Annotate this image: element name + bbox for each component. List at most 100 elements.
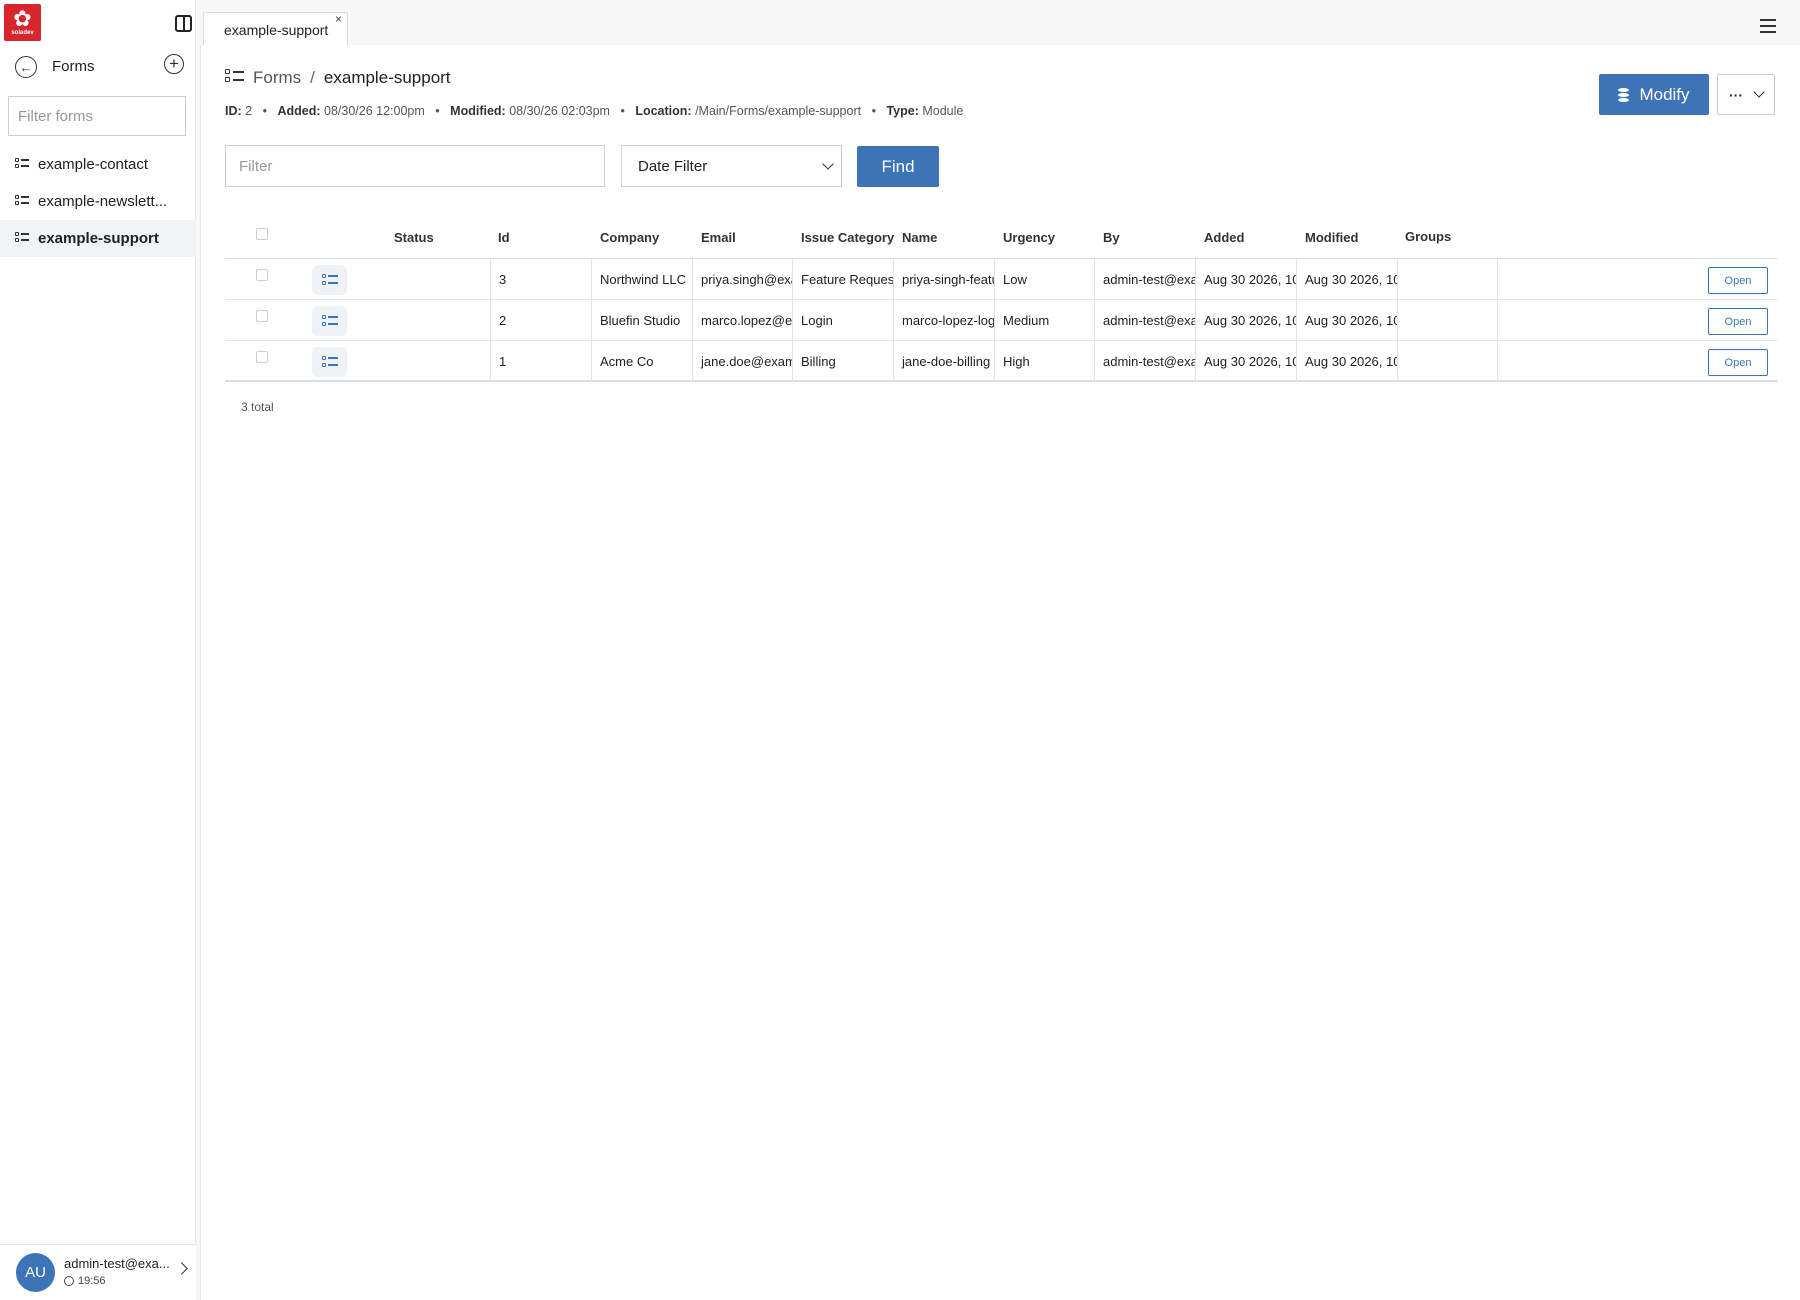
column-header-modified[interactable]: Modified xyxy=(1305,230,1358,245)
cell-added: Aug 30 2026, 10:0 xyxy=(1195,300,1296,341)
cell-modified: Aug 30 2026, 10:0 xyxy=(1296,341,1397,382)
hamburger-menu-icon[interactable] xyxy=(1760,19,1776,37)
find-button[interactable]: Find xyxy=(857,146,939,187)
cell-name: marco-lopez-logi xyxy=(893,300,994,341)
page-title: example-support xyxy=(323,68,451,87)
tab-example-support[interactable]: example-support × xyxy=(203,12,348,45)
date-filter-select[interactable]: Date Filter xyxy=(621,145,842,187)
meta-id: 2 xyxy=(245,104,253,118)
meta-modified-label: Modified: xyxy=(450,104,506,118)
tab-bar: example-support × xyxy=(197,0,1800,45)
meta-type: Module xyxy=(922,104,964,118)
form-list-icon xyxy=(225,68,244,88)
row-checkbox[interactable] xyxy=(256,269,268,281)
sidebar: ✿ soladev ← Forms + example-contact exam… xyxy=(0,0,196,1300)
chevron-right-icon[interactable] xyxy=(175,1262,188,1275)
filter-input[interactable] xyxy=(225,145,605,187)
table-row[interactable]: 3Northwind LLCpriya.singh@examFeature Re… xyxy=(225,259,1777,300)
cell-groups xyxy=(1397,300,1497,341)
collapse-sidebar-button[interactable] xyxy=(175,15,192,32)
table-row[interactable]: 1Acme Cojane.doe@examplBillingjane-doe-b… xyxy=(225,341,1777,382)
table-row[interactable]: 2Bluefin Studiomarco.lopez@exaLoginmarco… xyxy=(225,300,1777,341)
column-header-email[interactable]: Email xyxy=(701,230,736,245)
table-header: Status Id Company Email Issue Category N… xyxy=(225,208,1777,259)
meta-type-label: Type: xyxy=(886,104,919,118)
filter-forms-input[interactable] xyxy=(8,96,186,136)
cell-company: Acme Co xyxy=(591,341,692,382)
table-body: 3Northwind LLCpriya.singh@examFeature Re… xyxy=(225,259,1777,382)
cell-email: marco.lopez@exa xyxy=(692,300,792,341)
sidebar-item-label: example-support xyxy=(38,230,159,247)
modify-button[interactable]: Modify xyxy=(1599,74,1709,115)
cell-by: admin-test@exam xyxy=(1094,259,1195,300)
open-button[interactable]: Open xyxy=(1708,267,1768,294)
cell-added: Aug 30 2026, 10:0 xyxy=(1195,341,1296,382)
meta-added-label: Added: xyxy=(277,104,321,118)
column-header-issue-category[interactable]: Issue Category xyxy=(801,230,894,245)
meta-location-label: Location: xyxy=(635,104,692,118)
form-list-icon xyxy=(15,230,29,247)
date-filter-value: Date Filter xyxy=(638,158,708,175)
app-logo[interactable]: ✿ soladev xyxy=(4,4,41,41)
submissions-table: Status Id Company Email Issue Category N… xyxy=(225,208,1777,382)
row-checkbox[interactable] xyxy=(256,351,268,363)
sidebar-item-label: example-contact xyxy=(38,156,149,173)
form-list: example-contact example-newslett... exam… xyxy=(0,146,196,257)
column-header-urgency[interactable]: Urgency xyxy=(1003,230,1055,245)
column-header-name[interactable]: Name xyxy=(902,230,937,245)
cell-issue-category: Login xyxy=(792,300,893,341)
meta-separator: • xyxy=(262,104,267,118)
more-actions-button[interactable]: ··· xyxy=(1717,74,1775,115)
database-icon xyxy=(1618,87,1630,102)
sidebar-header: ← Forms + xyxy=(0,45,196,90)
back-arrow-icon[interactable]: ← xyxy=(15,56,37,78)
cell-by: admin-test@exam xyxy=(1094,300,1195,341)
meta-modified: 08/30/26 02:03pm xyxy=(509,104,610,118)
avatar[interactable]: AU xyxy=(16,1253,55,1292)
sidebar-title: Forms xyxy=(52,58,95,75)
breadcrumb: Forms / example-support xyxy=(225,68,451,88)
column-header-company[interactable]: Company xyxy=(600,230,659,245)
cell-spacer xyxy=(1497,341,1597,382)
meta-separator: • xyxy=(435,104,440,118)
status-form-icon xyxy=(312,347,347,377)
sidebar-item-example-contact[interactable]: example-contact xyxy=(0,146,196,183)
column-header-groups[interactable]: Groups xyxy=(1405,229,1451,244)
select-all-checkbox[interactable] xyxy=(256,228,268,240)
clock-icon xyxy=(64,1276,74,1286)
user-session-time: 19:56 xyxy=(64,1275,106,1287)
cell-groups xyxy=(1397,259,1497,300)
cell-urgency: High xyxy=(994,341,1094,382)
sidebar-item-example-support[interactable]: example-support xyxy=(0,220,196,257)
user-name: admin-test@exa... xyxy=(64,1256,170,1271)
add-form-icon[interactable]: + xyxy=(164,54,184,74)
sidebar-item-example-newsletter[interactable]: example-newslett... xyxy=(0,183,196,220)
cell-groups xyxy=(1397,341,1497,382)
meta-added: 08/30/26 12:00pm xyxy=(324,104,425,118)
column-header-status[interactable]: Status xyxy=(394,230,434,245)
main-panel: Forms / example-support ID: 2 • Added: 0… xyxy=(200,45,1800,1300)
more-dots-icon: ··· xyxy=(1729,86,1743,103)
cell-id: 2 xyxy=(490,300,591,341)
column-header-id[interactable]: Id xyxy=(498,230,510,245)
form-list-icon xyxy=(15,193,29,210)
cell-email: priya.singh@exam xyxy=(692,259,792,300)
open-button[interactable]: Open xyxy=(1708,349,1768,376)
cell-by: admin-test@exam xyxy=(1094,341,1195,382)
close-icon[interactable]: × xyxy=(335,12,342,26)
page-meta: ID: 2 • Added: 08/30/26 12:00pm • Modifi… xyxy=(225,104,963,118)
row-checkbox[interactable] xyxy=(256,310,268,322)
status-form-icon xyxy=(312,265,347,295)
total-count: 3 total xyxy=(241,400,274,414)
cell-company: Bluefin Studio xyxy=(591,300,692,341)
form-list-icon xyxy=(15,156,29,173)
column-header-by[interactable]: By xyxy=(1103,230,1120,245)
open-button[interactable]: Open xyxy=(1708,308,1768,335)
logo-text: soladev xyxy=(11,29,34,36)
breadcrumb-root[interactable]: Forms xyxy=(253,68,301,88)
column-header-added[interactable]: Added xyxy=(1204,230,1244,245)
cell-modified: Aug 30 2026, 10:0 xyxy=(1296,300,1397,341)
user-menu[interactable]: AU admin-test@exa... 19:56 xyxy=(0,1244,196,1300)
cell-spacer xyxy=(1497,259,1597,300)
meta-separator: • xyxy=(871,104,876,118)
